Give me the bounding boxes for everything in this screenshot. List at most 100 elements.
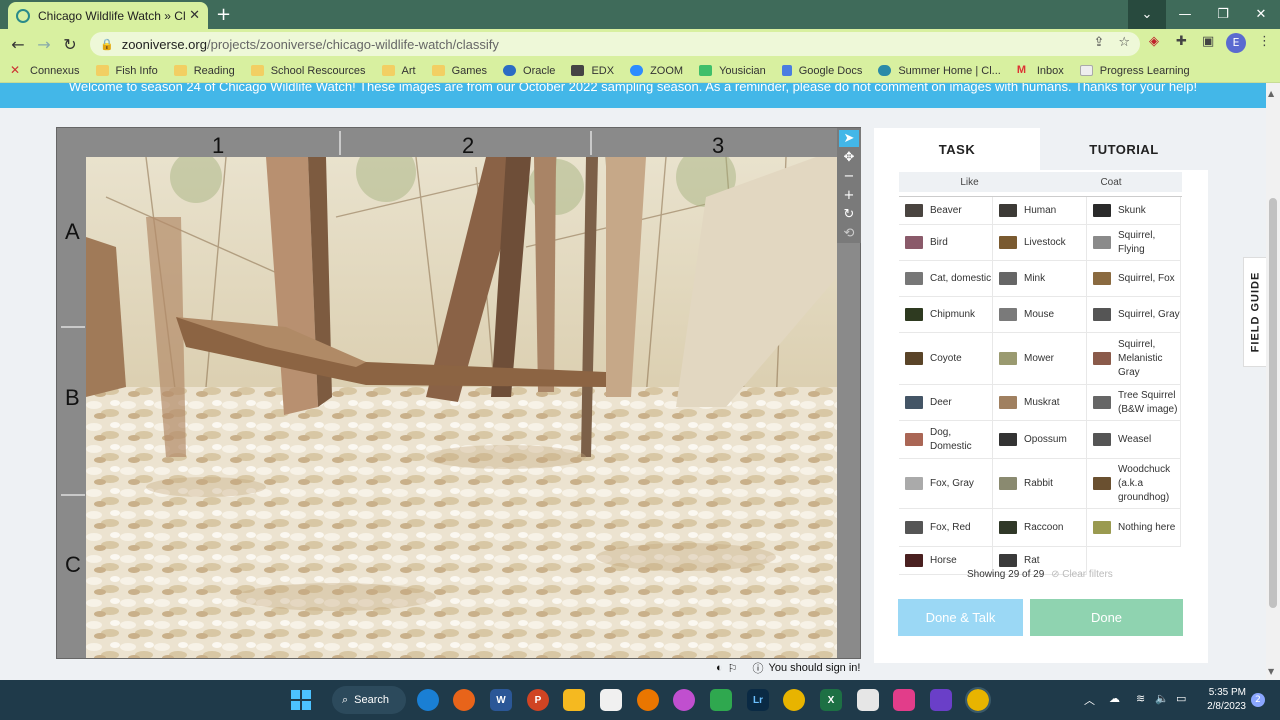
share-icon[interactable]: ⇪ <box>1093 35 1104 50</box>
file-explorer-icon[interactable] <box>563 689 585 711</box>
species-choice[interactable]: Mower <box>993 333 1087 385</box>
move-tool-icon[interactable]: ✥ <box>839 149 859 166</box>
filter-coat-button[interactable]: Coat <box>1040 172 1182 192</box>
extensions-puzzle-icon[interactable]: ✚ <box>1176 34 1187 49</box>
bookmark-connexus[interactable]: ✕ Connexus <box>10 64 80 77</box>
excel-icon[interactable]: X <box>820 689 842 711</box>
app-penguin-icon[interactable] <box>600 689 622 711</box>
notification-badge[interactable]: 2 <box>1251 693 1265 707</box>
species-choice[interactable]: Fox, Gray <box>899 459 993 509</box>
tab-search-chevron-icon[interactable]: ⌄ <box>1128 0 1166 29</box>
browser-tab[interactable]: Chicago Wildlife Watch » Classify ✕ <box>8 2 208 29</box>
bookmark-fish-info[interactable]: Fish Info <box>95 65 158 77</box>
species-choice[interactable]: Raccoon <box>993 509 1087 547</box>
app-image-icon[interactable] <box>857 689 879 711</box>
menu-kebab-icon[interactable]: ⋮ <box>1258 34 1271 49</box>
bookmark-games[interactable]: Games <box>431 65 487 77</box>
taskbar-search[interactable]: ⌕ Search <box>332 686 406 714</box>
species-choice[interactable]: Coyote <box>899 333 993 385</box>
species-choice[interactable]: Fox, Red <box>899 509 993 547</box>
battery-icon[interactable]: ▭ <box>1176 692 1186 705</box>
lightroom-icon[interactable]: Lr <box>747 689 769 711</box>
clear-filters-button[interactable]: ⊘ Clear filters <box>1051 569 1113 580</box>
species-choice[interactable]: Tree Squirrel (B&W image) <box>1087 385 1181 421</box>
minimize-button[interactable]: — <box>1166 0 1204 29</box>
chrome-active-icon[interactable] <box>965 687 991 713</box>
bookmark-reading[interactable]: Reading <box>173 65 235 77</box>
extension-shield-icon[interactable]: ◈ <box>1149 34 1159 49</box>
species-choice[interactable]: Livestock <box>993 225 1087 261</box>
bookmark-inbox[interactable]: M Inbox <box>1017 65 1064 77</box>
back-button[interactable]: ← <box>5 35 31 54</box>
word-icon[interactable]: W <box>490 689 512 711</box>
tab-task[interactable]: TASK <box>874 128 1040 170</box>
bookmark-google-docs[interactable]: Google Docs <box>781 65 862 77</box>
species-choice[interactable]: Chipmunk <box>899 297 993 333</box>
volume-icon[interactable]: 🔈 <box>1155 692 1169 705</box>
edge-icon[interactable] <box>417 689 439 711</box>
powerpoint-icon[interactable]: P <box>527 689 549 711</box>
lock-icon[interactable]: 🔒 <box>100 38 114 51</box>
species-choice[interactable]: Deer <box>899 385 993 421</box>
bookmark-progress-learning[interactable]: Progress Learning <box>1079 65 1190 77</box>
species-choice[interactable]: Opossum <box>993 421 1087 459</box>
info-icon[interactable]: ⓘ <box>753 660 764 676</box>
bookmark-art[interactable]: Art <box>381 65 416 77</box>
species-choice[interactable]: Cat, domestic <box>899 261 993 297</box>
new-tab-button[interactable]: + <box>216 4 231 25</box>
species-choice[interactable]: Human <box>993 197 1087 225</box>
species-choice[interactable]: Weasel <box>1087 421 1181 459</box>
species-choice[interactable]: Squirrel, Flying <box>1087 225 1181 261</box>
done-and-talk-button[interactable]: Done & Talk <box>898 599 1023 636</box>
bookmark-zoom[interactable]: ZOOM <box>630 65 683 77</box>
species-choice[interactable]: Rabbit <box>993 459 1087 509</box>
page-scrollbar[interactable]: ▲ ▼ <box>1266 83 1280 680</box>
species-choice[interactable]: Nothing here <box>1087 509 1181 547</box>
bookmark-star-icon[interactable]: ☆ <box>1118 35 1130 50</box>
rotate-icon[interactable]: ↻ <box>839 206 859 223</box>
species-choice[interactable]: Squirrel, Gray <box>1087 297 1181 333</box>
scrollbar-thumb[interactable] <box>1269 198 1277 608</box>
forward-button[interactable]: → <box>31 35 57 54</box>
taskbar-clock[interactable]: 5:35 PM 2/8/2023 <box>1200 686 1246 714</box>
close-window-button[interactable]: ✕ <box>1242 0 1280 29</box>
species-choice[interactable]: Muskrat <box>993 385 1087 421</box>
zoom-out-icon[interactable]: − <box>839 168 859 185</box>
species-choice[interactable]: Beaver <box>899 197 993 225</box>
bookmark-summer-home[interactable]: Summer Home | Cl... <box>878 65 1001 77</box>
close-tab-icon[interactable]: ✕ <box>189 8 200 23</box>
done-button[interactable]: Done <box>1030 599 1183 636</box>
bookmark-oracle[interactable]: Oracle <box>503 65 555 77</box>
species-choice[interactable]: Squirrel, Melanistic Gray <box>1087 333 1181 385</box>
species-choice[interactable]: Squirrel, Fox <box>1087 261 1181 297</box>
subject-viewer[interactable]: 1 2 3 A B C <box>56 127 861 659</box>
species-choice[interactable]: Skunk <box>1087 197 1181 225</box>
address-bar[interactable]: 🔒 zooniverse.org/projects/zooniverse/chi… <box>90 32 1140 56</box>
bookmark-school-rescources[interactable]: School Rescources <box>250 65 366 77</box>
scroll-down-icon[interactable]: ▼ <box>1268 667 1274 676</box>
species-choice[interactable]: Bird <box>899 225 993 261</box>
chrome-icon[interactable] <box>783 689 805 711</box>
bookmark-yousician[interactable]: Yousician <box>699 65 766 77</box>
blender-icon[interactable] <box>637 689 659 711</box>
zoom-in-icon[interactable]: + <box>839 187 859 204</box>
show-hidden-icons-chevron-icon[interactable]: ︿ <box>1084 692 1095 708</box>
species-choice[interactable]: Mink <box>993 261 1087 297</box>
species-choice[interactable]: Mouse <box>993 297 1087 333</box>
scroll-up-icon[interactable]: ▲ <box>1268 89 1274 98</box>
field-guide-tab[interactable]: FIELD GUIDE <box>1243 257 1266 367</box>
onedrive-cloud-icon[interactable]: ☁ <box>1109 692 1120 705</box>
sidebar-icon[interactable]: ▣ <box>1202 34 1214 49</box>
flag-icon[interactable]: ⚐ <box>728 662 738 675</box>
krita-icon[interactable] <box>673 689 695 711</box>
invert-colors-icon[interactable]: ◐ <box>716 662 723 674</box>
app-pink-icon[interactable] <box>893 689 915 711</box>
firefox-icon[interactable] <box>453 689 475 711</box>
wifi-icon[interactable]: ≋ <box>1136 692 1145 705</box>
pointer-tool-icon[interactable]: ➤ <box>839 130 859 147</box>
species-choice[interactable]: Woodchuck (a.k.a groundhog) <box>1087 459 1181 509</box>
camera-trap-photo[interactable] <box>86 157 837 658</box>
windows-start-icon[interactable] <box>291 690 311 710</box>
tab-tutorial[interactable]: TUTORIAL <box>1040 128 1208 170</box>
android-icon[interactable] <box>710 689 732 711</box>
